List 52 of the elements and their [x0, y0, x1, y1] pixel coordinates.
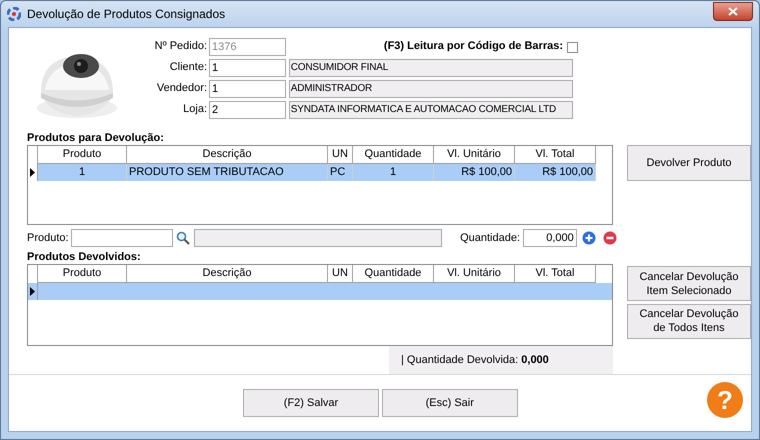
- column-header: Descrição: [127, 146, 328, 164]
- column-header: Vl. Unitário: [434, 265, 515, 283]
- description-field[interactable]: CONSUMIDOR FINAL: [288, 58, 573, 76]
- table-cell: R$ 100,00: [515, 164, 596, 181]
- footer-button[interactable]: (Esc) Sair: [382, 389, 518, 417]
- app-icon: [7, 7, 21, 21]
- close-button[interactable]: [713, 2, 753, 20]
- row-pointer-icon: [30, 168, 35, 177]
- description-field[interactable]: SYNDATA INFORMATICA E AUTOMACAO COMERCIAL LTD: [288, 100, 573, 118]
- field-label: Produto:: [27, 230, 69, 246]
- search-icon[interactable]: [176, 231, 190, 245]
- window-title: Devolução de Produtos Consignados: [27, 6, 226, 23]
- table-cell: R$ 100,00: [434, 164, 515, 181]
- section-title: Produtos Devolvidos:: [26, 251, 142, 264]
- column-header: Vl. Unitário: [434, 146, 515, 164]
- field-label: Nº Pedido:: [154, 39, 208, 54]
- row-pointer-icon: [30, 287, 35, 296]
- table-cell: 1: [38, 164, 127, 181]
- column-header: Produto: [38, 265, 127, 283]
- returned-quantity-text: | Quantidade Devolvida: 0,000: [401, 352, 549, 368]
- section-title: Produtos para Devolução:: [26, 132, 165, 145]
- input-field[interactable]: 1: [209, 80, 286, 98]
- cancel-return-button[interactable]: Cancelar Devolução Item Selecionado: [627, 266, 751, 301]
- column-header: Vl. Total: [515, 265, 596, 283]
- cancel-return-button[interactable]: Cancelar Devolução de Todos Itens: [627, 304, 751, 339]
- table-cell: PRODUTO SEM TRIBUTACAO: [127, 164, 328, 181]
- table-cell: PC: [328, 164, 353, 181]
- checkbox[interactable]: [567, 42, 578, 54]
- column-header: UN: [328, 146, 353, 164]
- remove-icon[interactable]: [603, 231, 618, 245]
- quantity-field[interactable]: 0,000: [522, 229, 577, 247]
- close-icon[interactable]: [728, 6, 738, 16]
- field-label: Cliente:: [168, 60, 208, 76]
- input-field[interactable]: 2: [209, 100, 286, 118]
- product-field[interactable]: [71, 229, 174, 247]
- return-product-button[interactable]: Devolver Produto: [627, 145, 751, 181]
- table-cell: 1: [353, 164, 434, 181]
- input-field[interactable]: 1: [209, 58, 286, 76]
- column-header: Quantidade: [353, 265, 434, 283]
- add-icon[interactable]: [582, 231, 596, 245]
- column-header: Vl. Total: [515, 146, 596, 164]
- checkbox-label: (F3) Leitura por Código de Barras:: [384, 39, 563, 54]
- column-header: Quantidade: [353, 146, 434, 164]
- field-label: Loja:: [182, 102, 208, 118]
- field-label: Quantidade:: [460, 230, 520, 246]
- footer-button[interactable]: (F2) Salvar: [243, 389, 379, 417]
- field-label: Vendedor:: [156, 81, 208, 96]
- column-header: Produto: [38, 146, 127, 164]
- product-description-field[interactable]: [194, 229, 442, 247]
- description-field[interactable]: ADMINISTRADOR: [288, 80, 573, 98]
- column-header: Descrição: [127, 265, 328, 283]
- column-header: UN: [328, 265, 353, 283]
